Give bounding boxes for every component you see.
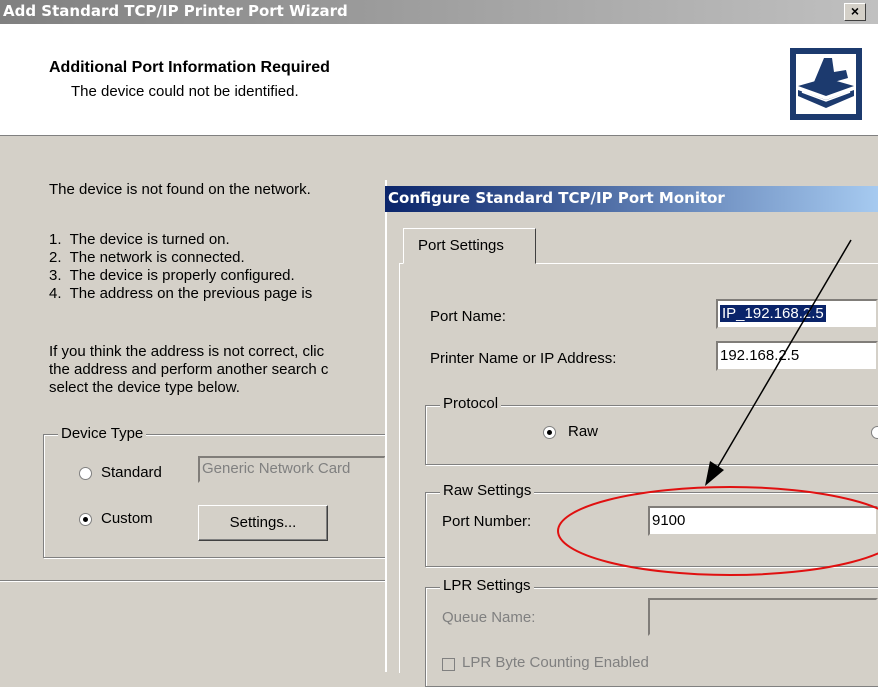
annotation-arrow-line [715,239,852,471]
annotation-overlay [557,239,878,576]
annotation-arrowhead [705,461,724,486]
annotation-ellipse [557,486,878,576]
